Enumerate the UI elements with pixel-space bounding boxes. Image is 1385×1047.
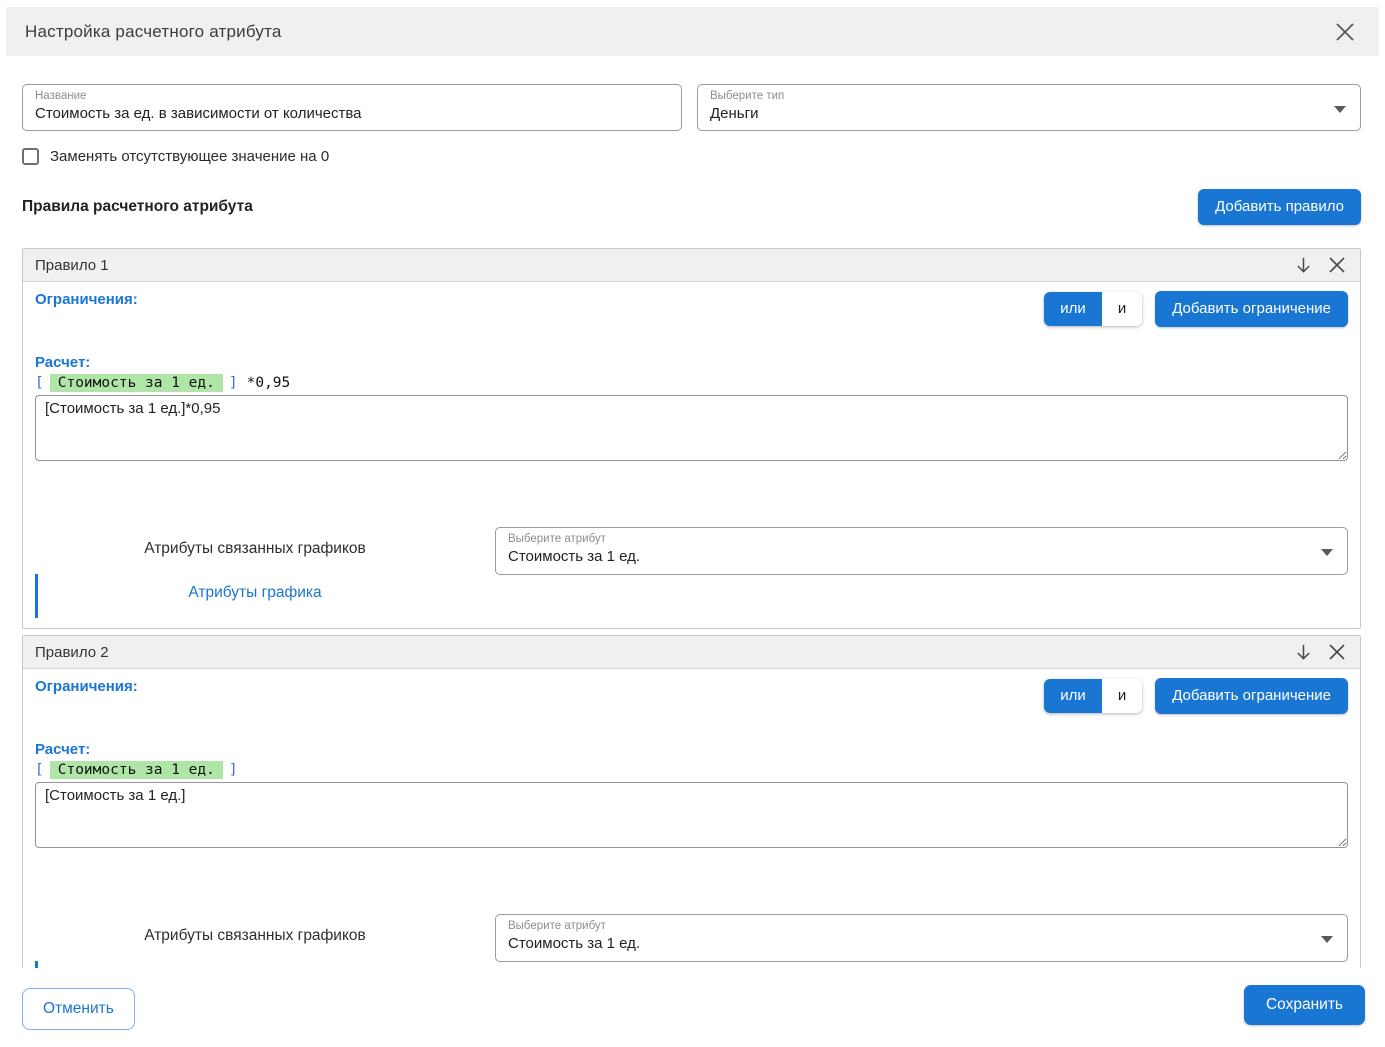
expression-textarea[interactable]: [Стоимость за 1 ед.]*0,95 [35, 395, 1348, 461]
formula-preview: [ Стоимость за 1 ед. ] *0,95 [35, 374, 1348, 392]
delete-rule-icon[interactable] [1326, 254, 1348, 276]
rule-1-header: Правило 1 [23, 249, 1360, 282]
close-icon[interactable] [1331, 18, 1359, 46]
formula-suffix: *0,95 [247, 375, 291, 391]
tab-chart-attributes[interactable]: Атрибуты графика [35, 571, 475, 615]
add-constraint-button[interactable]: Добавить ограничение [1155, 678, 1348, 714]
rule-1-body: Ограничения: или и Добавить ограничение … [23, 282, 1360, 628]
rule-2-attributes-row: Атрибуты связанных графиков Атрибуты гра… [35, 914, 1348, 968]
dialog-title: Настройка расчетного атрибута [25, 22, 282, 42]
name-input[interactable] [35, 104, 669, 124]
replace-missing-checkbox[interactable]: Заменять отсутствующее значение на 0 [22, 148, 1361, 165]
rule-2-header: Правило 2 [23, 636, 1360, 669]
dialog-header: Настройка расчетного атрибута [6, 7, 1379, 56]
tab-linked-chart-attributes[interactable]: Атрибуты связанных графиков [35, 914, 475, 958]
checkbox-icon[interactable] [22, 148, 39, 165]
constraints-label: Ограничения: [35, 291, 138, 308]
tab-linked-chart-attributes[interactable]: Атрибуты связанных графиков [35, 527, 475, 571]
rule-1-attributes-row: Атрибуты связанных графиков Атрибуты гра… [35, 527, 1348, 618]
and-toggle-button[interactable]: и [1102, 679, 1142, 713]
rule-panel-1: Правило 1 Ограничения: или [22, 248, 1361, 629]
constraints-label: Ограничения: [35, 678, 138, 695]
chevron-down-icon [1334, 106, 1346, 113]
dialog-content: Название Выберите тип Деньги Заменять от… [0, 56, 1385, 968]
formula-attribute-token: Стоимость за 1 ед. [50, 374, 223, 392]
attribute-tabs: Атрибуты связанных графиков Атрибуты гра… [35, 527, 475, 615]
save-button[interactable]: Сохранить [1244, 985, 1365, 1025]
or-and-toggle: или и [1044, 679, 1142, 713]
formula-preview: [ Стоимость за 1 ед. ] [35, 761, 1348, 779]
attribute-select-value: Стоимость за 1 ед. [508, 934, 1335, 954]
top-fields-row: Название Выберите тип Деньги [22, 84, 1361, 131]
chevron-down-icon [1321, 549, 1333, 556]
attribute-select[interactable]: Выберите атрибут Стоимость за 1 ед. [495, 914, 1348, 962]
formula-open-bracket: [ [35, 375, 44, 391]
attribute-select[interactable]: Выберите атрибут Стоимость за 1 ед. [495, 527, 1348, 575]
selected-tab-indicator [35, 574, 38, 618]
or-and-toggle: или и [1044, 292, 1142, 326]
rules-section-title: Правила расчетного атрибута [22, 198, 253, 216]
name-field[interactable]: Название [22, 84, 682, 131]
add-constraint-button[interactable]: Добавить ограничение [1155, 291, 1348, 327]
formula-open-bracket: [ [35, 762, 44, 778]
expression-textarea[interactable]: [Стоимость за 1 ед.] [35, 782, 1348, 848]
type-select-value: Деньги [710, 104, 1348, 124]
formula-close-bracket: ] [229, 762, 238, 778]
rule-panel-2: Правило 2 Ограничения: или [22, 635, 1361, 968]
rule-2-title: Правило 2 [35, 644, 109, 661]
type-select-label: Выберите тип [710, 90, 1348, 103]
move-down-icon[interactable] [1292, 254, 1314, 276]
attribute-tabs: Атрибуты связанных графиков Атрибуты гра… [35, 914, 475, 968]
rules-section-header: Правила расчетного атрибута Добавить пра… [22, 189, 1361, 225]
delete-rule-icon[interactable] [1326, 641, 1348, 663]
and-toggle-button[interactable]: и [1102, 292, 1142, 326]
checkbox-label: Заменять отсутствующее значение на 0 [50, 148, 329, 165]
calculated-attribute-dialog: Настройка расчетного атрибута Название В… [0, 0, 1385, 1047]
attribute-select-value: Стоимость за 1 ед. [508, 547, 1335, 567]
or-toggle-button[interactable]: или [1044, 292, 1102, 326]
rule-2-body: Ограничения: или и Добавить ограничение … [23, 669, 1360, 968]
cancel-button[interactable]: Отменить [22, 988, 135, 1030]
rule-1-title: Правило 1 [35, 257, 109, 274]
calc-label: Расчет: [35, 741, 1348, 758]
attribute-select-label: Выберите атрибут [508, 920, 1335, 933]
name-field-label: Название [35, 90, 669, 103]
or-toggle-button[interactable]: или [1044, 679, 1102, 713]
add-rule-button[interactable]: Добавить правило [1198, 189, 1361, 225]
formula-attribute-token: Стоимость за 1 ед. [50, 761, 223, 779]
selected-tab-indicator [35, 961, 38, 968]
chevron-down-icon [1321, 936, 1333, 943]
calc-label: Расчет: [35, 354, 1348, 371]
attribute-select-label: Выберите атрибут [508, 533, 1335, 546]
tab-chart-attributes[interactable]: Атрибуты графика [35, 958, 475, 968]
move-down-icon[interactable] [1292, 641, 1314, 663]
type-select[interactable]: Выберите тип Деньги [697, 84, 1361, 131]
formula-close-bracket: ] [229, 375, 238, 391]
